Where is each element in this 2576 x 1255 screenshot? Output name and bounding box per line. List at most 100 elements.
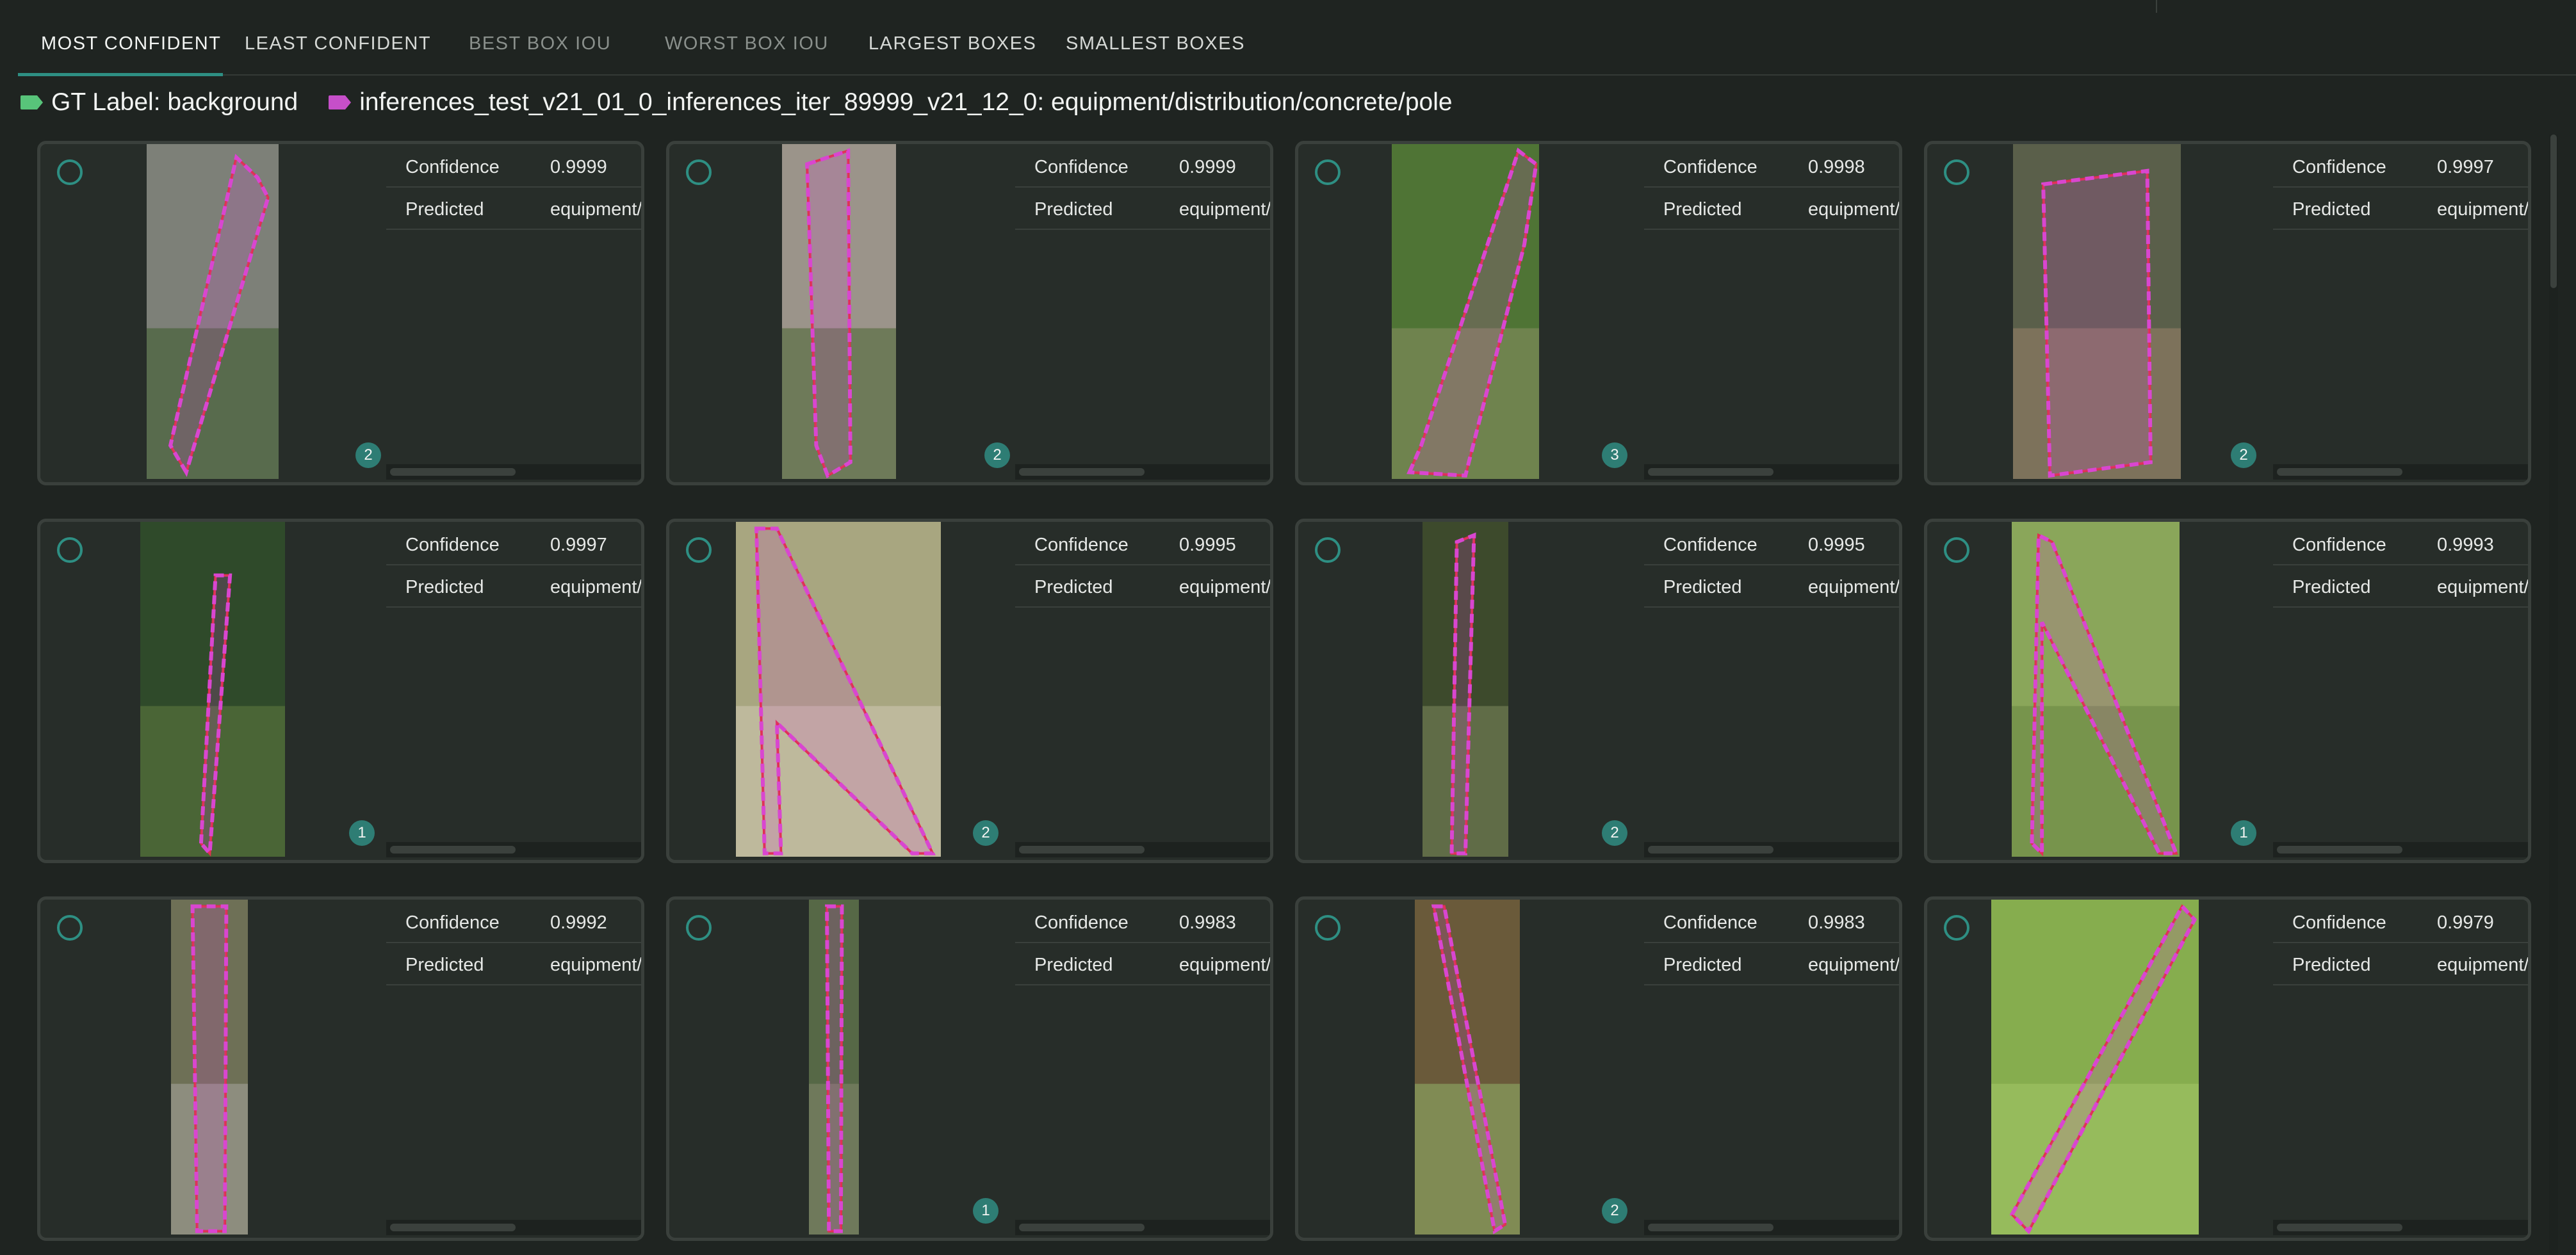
scrollbar-thumb[interactable] [390, 1224, 516, 1231]
tab-best-box-iou[interactable]: BEST BOX IOU [469, 0, 611, 74]
scrollbar-thumb[interactable] [1648, 1224, 1773, 1231]
sample-thumbnail[interactable] [782, 144, 896, 479]
sample-thumbnail[interactable] [1423, 522, 1508, 857]
field-value: 0.9995 [1808, 535, 1865, 555]
field-label: Confidence [1034, 157, 1129, 177]
field-value: 0.9995 [1179, 535, 1236, 555]
predicted-row: Predicted equipment/distribution/concrete… [2273, 942, 2528, 985]
sample-thumbnail[interactable] [2013, 144, 2181, 479]
field-value: 0.9993 [2437, 535, 2494, 555]
info-scrollbar[interactable] [2273, 1220, 2528, 1235]
thumbnail-image [736, 522, 941, 857]
sample-thumbnail[interactable] [1392, 144, 1539, 479]
predicted-row: Predicted equipment/distribution/concrete… [2273, 186, 2528, 230]
result-card[interactable]: Confidence 0.9992 Predicted equipment/distr… [37, 896, 644, 1241]
scrollbar-thumb[interactable] [390, 846, 516, 854]
info-scrollbar[interactable] [1015, 1220, 1270, 1235]
info-scrollbar[interactable] [1015, 842, 1270, 857]
result-card[interactable]: 2 Confidence 0.9997 Predicted equipment/dist… [1924, 141, 2531, 485]
select-checkbox[interactable] [1315, 537, 1341, 563]
scrollbar-thumb[interactable] [390, 468, 516, 476]
result-card[interactable]: 1 Confidence 0.9993 Predicted equipment/dist… [1924, 519, 2531, 863]
select-checkbox[interactable] [57, 915, 83, 941]
result-card[interactable]: 2 Confidence 0.9999 Predicted equipment/dist… [666, 141, 1273, 485]
tab-smallest-boxes[interactable]: SMALLEST BOXES [1066, 0, 1245, 74]
sample-info-panel: Confidence 0.9997 Predicted equipment/distr… [386, 522, 641, 860]
select-checkbox[interactable] [1944, 915, 1969, 941]
annotation-count-badge: 2 [984, 442, 1010, 468]
sample-thumbnail[interactable] [1991, 900, 2199, 1235]
field-label: Predicted [405, 955, 484, 975]
tab-largest-boxes[interactable]: LARGEST BOXES [868, 0, 1036, 74]
select-checkbox[interactable] [1944, 159, 1969, 185]
field-label: Predicted [1034, 199, 1113, 220]
result-card[interactable]: 2 Confidence 0.9983 Predicted equipment/dist… [1295, 896, 1902, 1241]
annotation-count-badge: 2 [355, 442, 381, 468]
result-card[interactable]: 1 Confidence 0.9983 Predicted equipment/dist… [666, 896, 1273, 1241]
scrollbar-thumb[interactable] [1019, 846, 1145, 854]
info-scrollbar[interactable] [2273, 842, 2528, 857]
tab-worst-box-iou[interactable]: WORST BOX IOU [665, 0, 829, 74]
result-card[interactable]: 2 Confidence 0.9995 Predicted equipment/dist… [666, 519, 1273, 863]
predicted-row: Predicted equipment/distribution/concrete… [1644, 942, 1900, 985]
annotation-count-badge: 1 [2231, 820, 2256, 846]
prediction-box [193, 906, 227, 1231]
field-value: equipment/distribution/concrete/pole [1179, 955, 1271, 975]
sample-thumbnail[interactable] [809, 900, 859, 1235]
sample-thumbnail[interactable] [2012, 522, 2180, 857]
tab-least-confident[interactable]: LEAST CONFIDENT [245, 0, 431, 74]
sample-thumbnail[interactable] [147, 144, 279, 479]
thumbnail-image [1415, 900, 1520, 1235]
select-checkbox[interactable] [1315, 915, 1341, 941]
field-value: equipment/distribution/concrete/pole [1808, 955, 1900, 975]
sample-thumbnail[interactable] [171, 900, 248, 1235]
scrollbar-thumb[interactable] [1648, 468, 1773, 476]
sample-thumbnail[interactable] [1415, 900, 1520, 1235]
field-label: Predicted [1663, 955, 1742, 975]
result-card[interactable]: Confidence 0.9979 Predicted equipment/distr… [1924, 896, 2531, 1241]
scrollbar-thumb[interactable] [1019, 1224, 1145, 1231]
page-scrollbar[interactable] [2549, 134, 2558, 1255]
confidence-row: Confidence 0.9993 [2273, 522, 2528, 565]
thumbnail-image [1423, 522, 1508, 857]
result-card[interactable]: 2 Confidence 0.9995 Predicted equipment/dist… [1295, 519, 1902, 863]
annotation-count-badge: 2 [1602, 1198, 1627, 1224]
field-label: Confidence [2292, 912, 2386, 933]
gt-label-text: GT Label: background [51, 88, 298, 116]
info-scrollbar[interactable] [386, 464, 641, 480]
select-checkbox[interactable] [1315, 159, 1341, 185]
select-checkbox[interactable] [57, 537, 83, 563]
scrollbar-thumb[interactable] [2277, 1224, 2402, 1231]
select-checkbox[interactable] [686, 915, 712, 941]
result-card[interactable]: 2 Confidence 0.9999 Predicted equipment/dist… [37, 141, 644, 485]
info-scrollbar[interactable] [1015, 464, 1270, 480]
select-checkbox[interactable] [57, 159, 83, 185]
select-checkbox[interactable] [686, 537, 712, 563]
scrollbar-thumb[interactable] [1019, 468, 1145, 476]
info-scrollbar[interactable] [386, 842, 641, 857]
scrollbar-thumb[interactable] [2550, 134, 2557, 288]
field-label: Predicted [1663, 577, 1742, 597]
prediction-box [2043, 171, 2151, 476]
thumbnail-image [2012, 522, 2180, 857]
info-scrollbar[interactable] [1644, 1220, 1899, 1235]
info-scrollbar[interactable] [1644, 842, 1899, 857]
scrollbar-thumb[interactable] [1648, 846, 1773, 854]
scrollbar-thumb[interactable] [2277, 468, 2402, 476]
predicted-row: Predicted equipment/distribution/concrete… [1644, 186, 1899, 230]
result-card[interactable]: 3 Confidence 0.9998 Predicted equipment/dist… [1295, 141, 1902, 485]
result-card[interactable]: 1 Confidence 0.9997 Predicted equipment/dist… [37, 519, 644, 863]
tag-icon [20, 95, 43, 109]
select-checkbox[interactable] [686, 159, 712, 185]
field-label: Confidence [1663, 535, 1757, 555]
scrollbar-thumb[interactable] [2277, 846, 2402, 854]
tab-most-confident[interactable]: MOST CONFIDENT [41, 0, 221, 74]
predicted-row: Predicted equipment/distribution/concrete… [1015, 942, 1271, 985]
info-scrollbar[interactable] [386, 1220, 641, 1235]
sample-thumbnail[interactable] [140, 522, 285, 857]
select-checkbox[interactable] [1944, 537, 1969, 563]
info-scrollbar[interactable] [2273, 464, 2528, 480]
view-tabs: MOST CONFIDENT LEAST CONFIDENT BEST BOX … [18, 0, 2576, 76]
info-scrollbar[interactable] [1644, 464, 1899, 480]
sample-thumbnail[interactable] [736, 522, 941, 857]
